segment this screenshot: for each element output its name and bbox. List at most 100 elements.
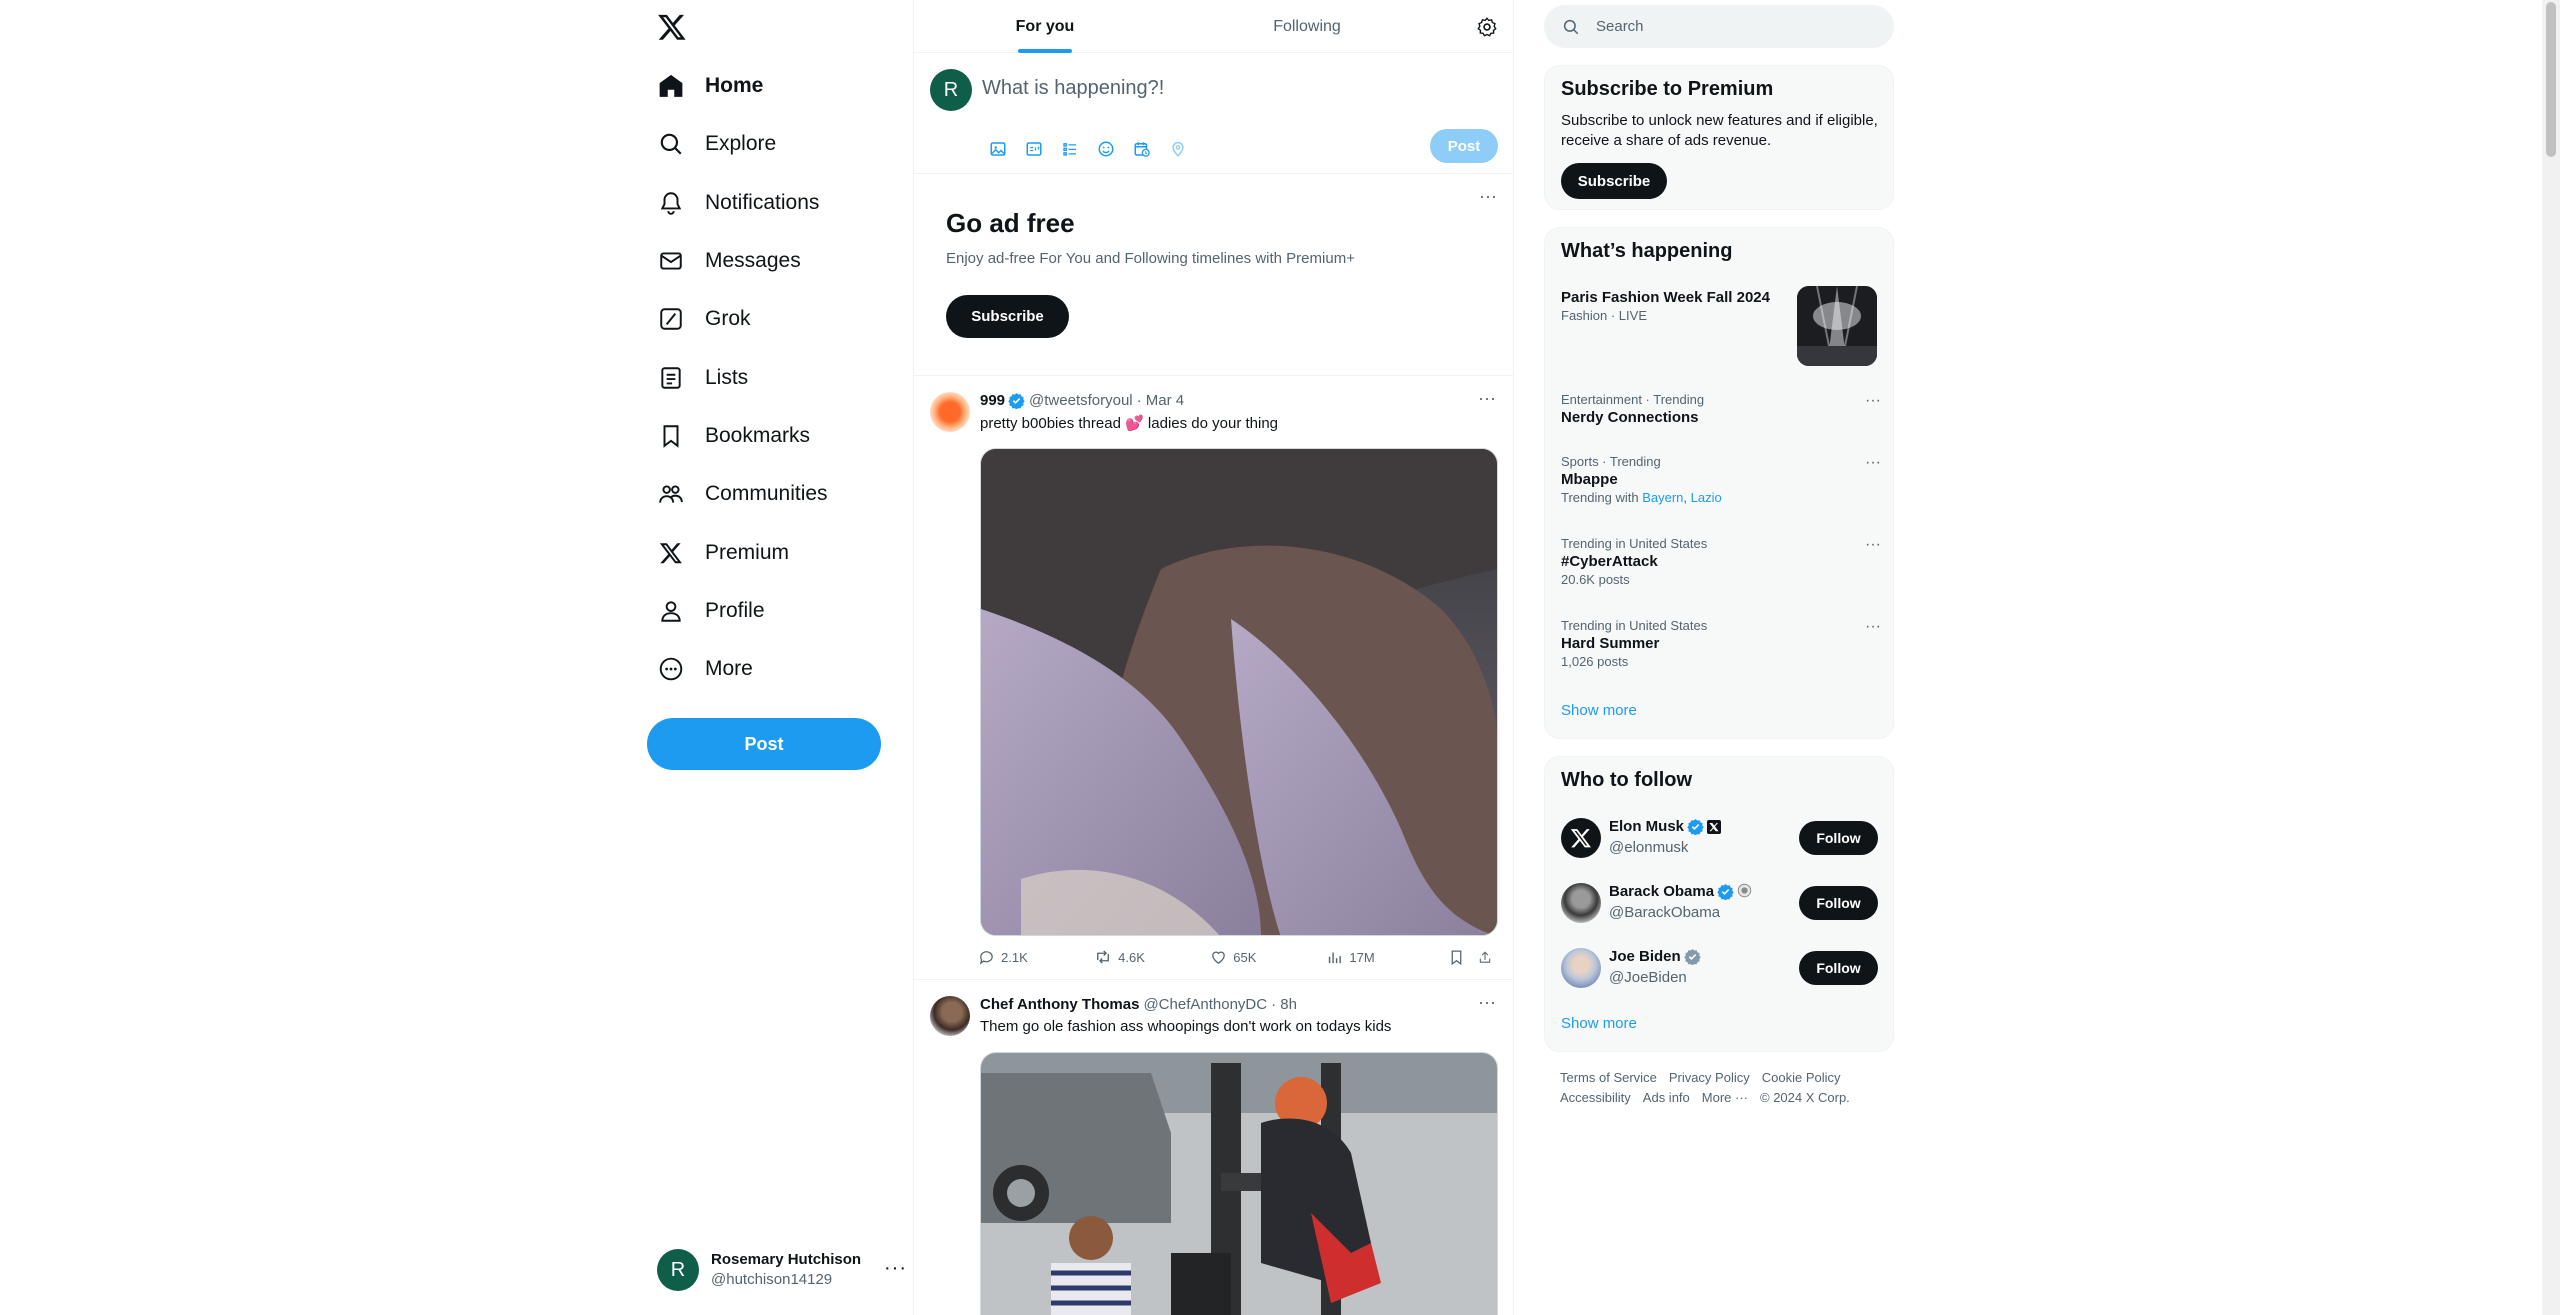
footer-link[interactable]: Ads info xyxy=(1643,1090,1690,1105)
follow-button[interactable]: Follow xyxy=(1799,886,1878,920)
follow-suggestion[interactable]: Joe Biden @JoeBiden Follow xyxy=(1561,943,1881,993)
tweet[interactable]: 999 @tweetsforyoul · Mar 4 ··· pretty b0… xyxy=(914,376,1513,980)
tweet-media[interactable] xyxy=(980,448,1498,936)
follow-button[interactable]: Follow xyxy=(1799,821,1878,855)
like-button[interactable]: 65K xyxy=(1210,949,1326,966)
tab-for-you[interactable]: For you xyxy=(914,0,1176,53)
nav-grok[interactable]: Grok xyxy=(657,294,751,344)
nav-explore[interactable]: Explore xyxy=(657,119,776,169)
more-dots-icon[interactable]: ··· xyxy=(1478,388,1496,409)
repost-button[interactable]: 4.6K xyxy=(1094,948,1210,966)
scrollbar[interactable] xyxy=(2542,0,2560,1315)
x-logo-icon[interactable] xyxy=(657,12,691,46)
gif-icon[interactable] xyxy=(1016,135,1052,163)
right-sidebar: Search Subscribe to Premium Subscribe to… xyxy=(1544,0,1894,1315)
bookmark-icon xyxy=(657,422,685,450)
location-icon[interactable] xyxy=(1160,135,1196,163)
compose-input[interactable]: What is happening?! xyxy=(982,77,1164,100)
trend-item[interactable]: Sports · Trending Mbappe Trending with B… xyxy=(1561,454,1881,506)
more-dots-icon[interactable]: ··· xyxy=(1865,618,1881,636)
nav-label: Notifications xyxy=(705,191,820,214)
follow-suggestion[interactable]: Elon Musk @elonmusk Follow xyxy=(1561,813,1881,863)
tweet-time[interactable]: · 8h xyxy=(1271,996,1297,1013)
author-handle[interactable]: @tweetsforyoul xyxy=(1029,392,1133,409)
reply-icon xyxy=(979,950,993,965)
nav-premium[interactable]: Premium xyxy=(657,528,789,578)
nav-messages[interactable]: Messages xyxy=(657,236,801,286)
post-button[interactable]: Post xyxy=(647,718,881,770)
compose-post-button[interactable]: Post xyxy=(1430,129,1498,163)
nav-communities[interactable]: Communities xyxy=(657,469,828,519)
schedule-icon[interactable] xyxy=(1124,135,1160,163)
follow-name[interactable]: Joe Biden xyxy=(1609,948,1681,965)
search-box[interactable]: Search xyxy=(1544,5,1894,48)
trend-link[interactable]: Bayern xyxy=(1642,490,1683,505)
nav-label: Communities xyxy=(705,482,828,505)
nav-home[interactable]: Home xyxy=(657,61,763,111)
avatar[interactable] xyxy=(1561,818,1601,858)
nav-more[interactable]: More xyxy=(657,644,753,694)
emoji-icon[interactable] xyxy=(1088,135,1124,163)
poll-icon[interactable] xyxy=(1052,135,1088,163)
footer-link[interactable]: Privacy Policy xyxy=(1669,1070,1750,1085)
share-button[interactable] xyxy=(1478,949,1498,966)
more-dots-icon[interactable]: ··· xyxy=(1865,392,1881,410)
bookmark-button[interactable] xyxy=(1448,949,1478,966)
nav-lists[interactable]: Lists xyxy=(657,353,748,403)
account-switcher[interactable]: R Rosemary Hutchison @hutchison14129 ··· xyxy=(657,1245,907,1295)
nav-profile[interactable]: Profile xyxy=(657,586,765,636)
follow-name[interactable]: Barack Obama xyxy=(1609,883,1714,900)
nav-label: Grok xyxy=(705,307,751,330)
reply-button[interactable]: 2.1K xyxy=(978,949,1094,966)
scrollbar-thumb[interactable] xyxy=(2546,2,2556,157)
premium-subscribe-button[interactable]: Subscribe xyxy=(1561,163,1667,199)
nav-label: Explore xyxy=(705,132,777,155)
more-dots-icon[interactable]: ··· xyxy=(1479,186,1497,207)
footer-link[interactable]: More ··· xyxy=(1702,1090,1748,1105)
footer-link[interactable]: Accessibility xyxy=(1560,1090,1631,1105)
trend-image[interactable] xyxy=(1797,286,1877,366)
nav-label: Premium xyxy=(705,541,790,564)
more-dots-icon[interactable]: ··· xyxy=(1478,992,1496,1013)
trending-with: Trending with Bayern, Lazio xyxy=(1561,490,1722,505)
more-dots-icon[interactable]: ··· xyxy=(884,1257,907,1280)
more-dots-icon[interactable]: ··· xyxy=(1865,536,1881,554)
tweet-media[interactable] xyxy=(980,1052,1498,1315)
x-affiliate-icon xyxy=(1707,819,1722,834)
follow-handle: @elonmusk xyxy=(1609,839,1689,856)
footer-link[interactable]: Terms of Service xyxy=(1560,1070,1657,1085)
views-button[interactable]: 17M xyxy=(1326,949,1448,966)
follow-handle: @BarackObama xyxy=(1609,904,1721,921)
follow-name[interactable]: Elon Musk xyxy=(1609,818,1684,835)
more-dots-icon[interactable]: ··· xyxy=(1865,454,1881,472)
follow-suggestion[interactable]: Barack Obama @BarackObama Follow xyxy=(1561,878,1881,928)
trend-item[interactable]: Entertainment · Trending Nerdy Connectio… xyxy=(1561,392,1881,428)
trend-item[interactable]: Trending in United States Hard Summer 1,… xyxy=(1561,618,1881,670)
subscribe-button[interactable]: Subscribe xyxy=(946,295,1069,338)
trend-link[interactable]: Lazio xyxy=(1691,490,1722,505)
search-input[interactable]: Search xyxy=(1596,18,1644,35)
show-more-link[interactable]: Show more xyxy=(1561,702,1637,719)
nav-bookmarks[interactable]: Bookmarks xyxy=(657,411,810,461)
show-more-link[interactable]: Show more xyxy=(1561,1015,1637,1032)
follow-name-line: Joe Biden xyxy=(1609,948,1701,965)
footer-link[interactable]: Cookie Policy xyxy=(1762,1070,1841,1085)
author-name[interactable]: 999 xyxy=(980,392,1005,409)
account-info: Rosemary Hutchison @hutchison14129 xyxy=(711,1250,861,1290)
avatar[interactable] xyxy=(1561,883,1601,923)
nav-notifications[interactable]: Notifications xyxy=(657,178,819,228)
avatar[interactable] xyxy=(930,996,970,1036)
tab-following[interactable]: Following xyxy=(1176,0,1438,53)
trend-item[interactable]: Trending in United States #CyberAttack 2… xyxy=(1561,536,1881,588)
follow-button[interactable]: Follow xyxy=(1799,951,1878,985)
avatar: R xyxy=(930,69,972,111)
avatar[interactable] xyxy=(1561,948,1601,988)
author-handle[interactable]: @ChefAnthonyDC xyxy=(1143,996,1267,1013)
tweet-time[interactable]: · Mar 4 xyxy=(1137,392,1185,409)
avatar[interactable] xyxy=(930,392,970,432)
image-icon[interactable] xyxy=(980,135,1016,163)
tweet[interactable]: Chef Anthony Thomas @ChefAnthonyDC · 8h … xyxy=(914,980,1513,1315)
gear-icon[interactable] xyxy=(1476,16,1498,38)
author-name[interactable]: Chef Anthony Thomas xyxy=(980,996,1139,1013)
bell-icon xyxy=(657,189,685,217)
